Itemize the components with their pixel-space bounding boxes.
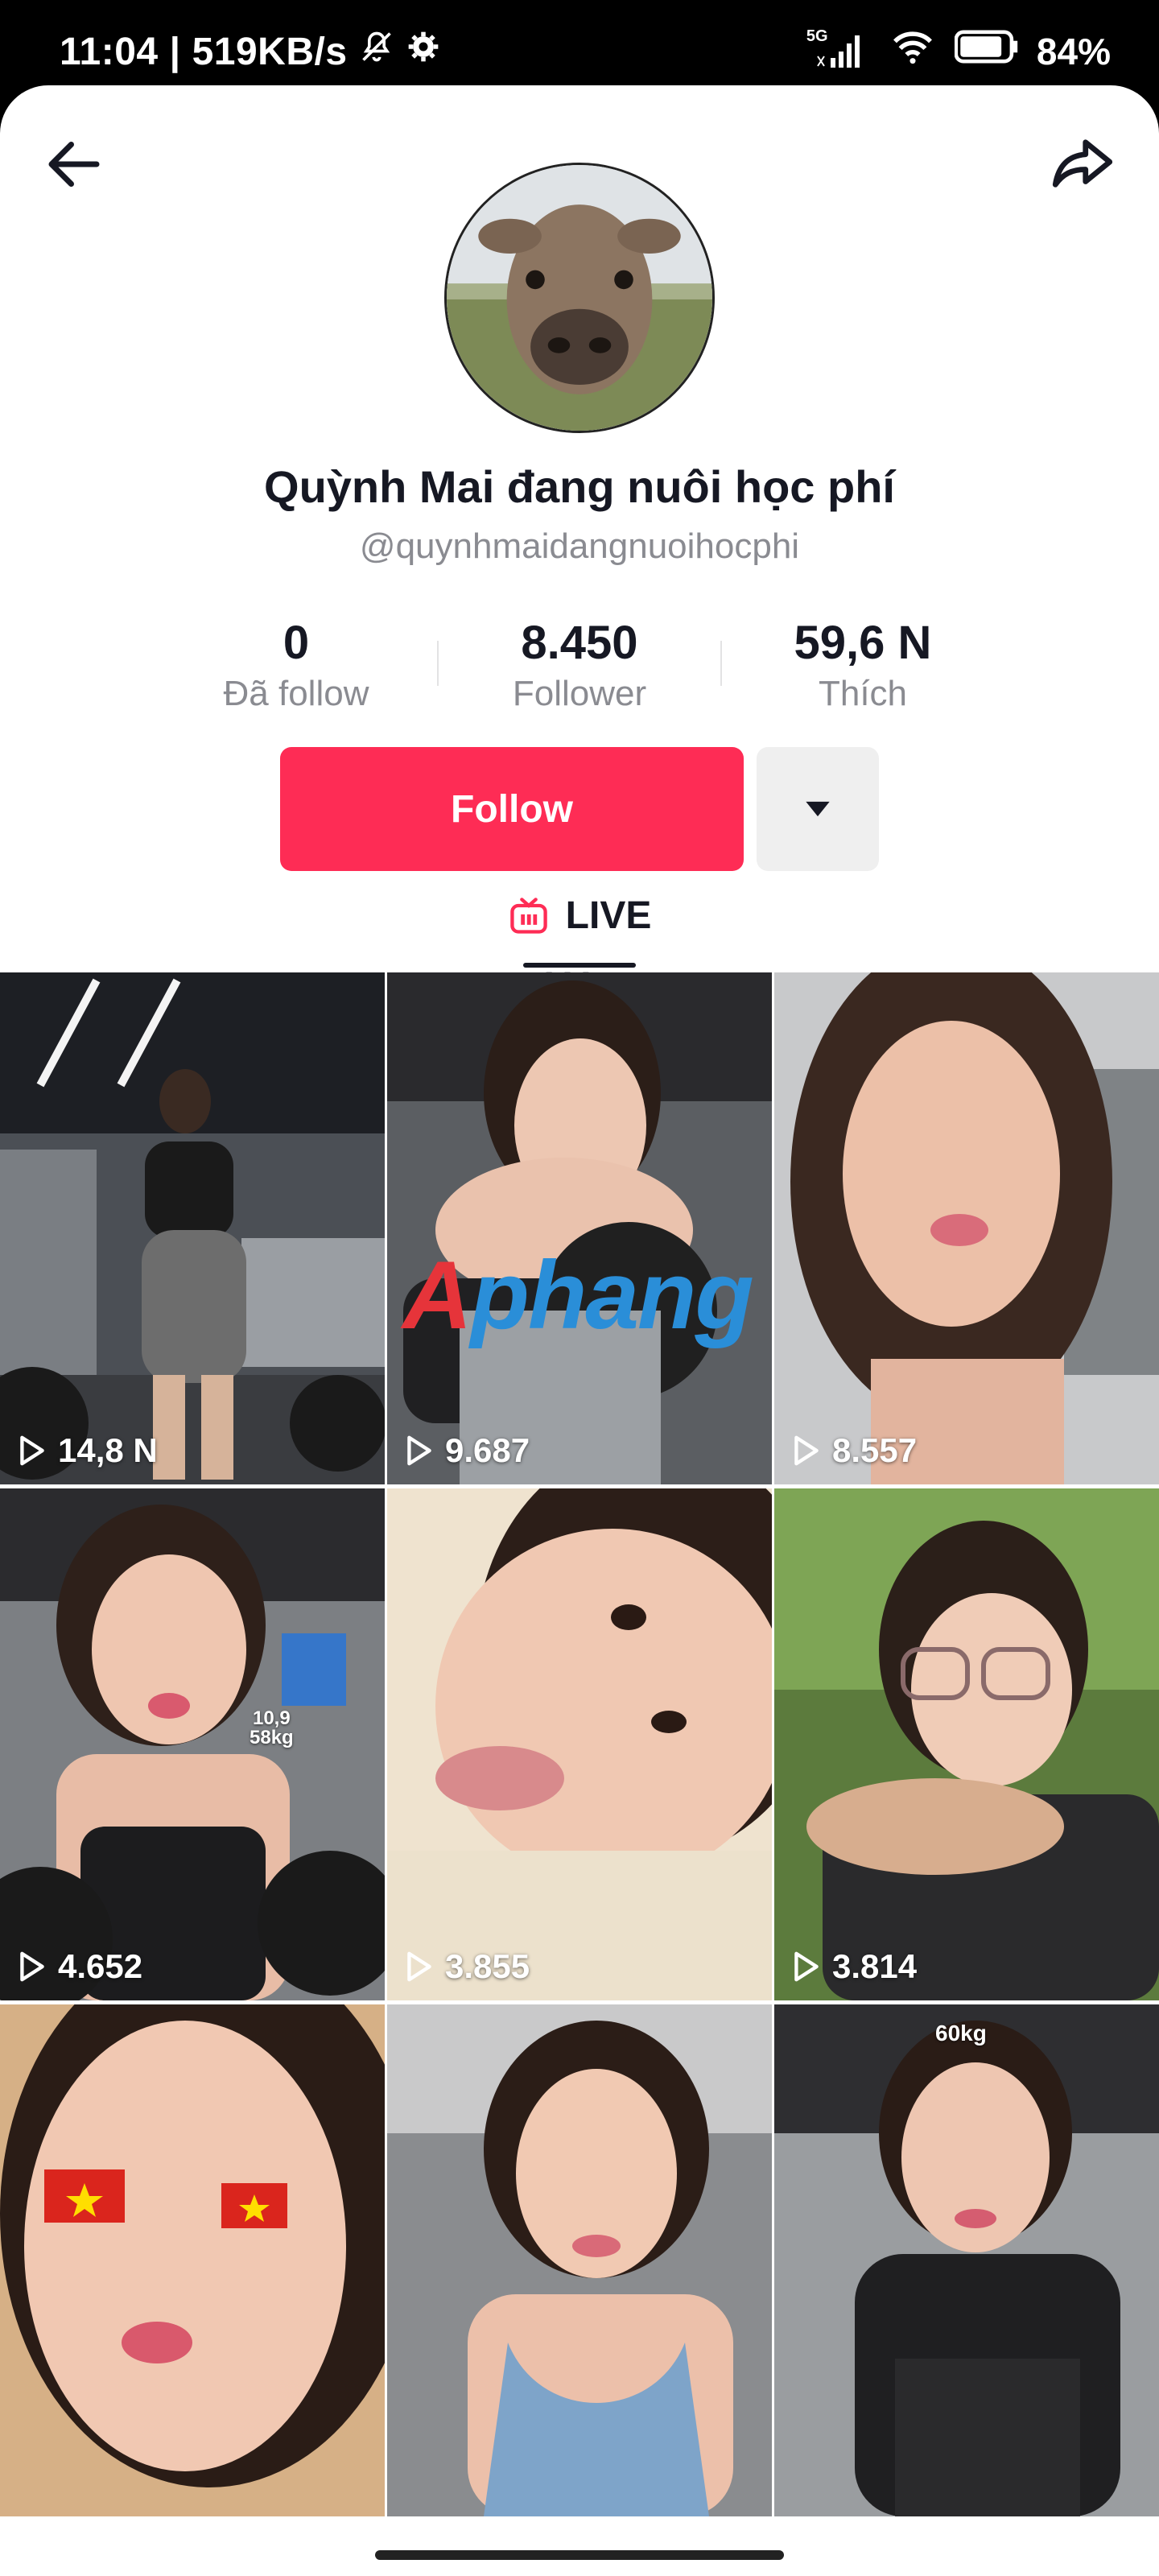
avatar[interactable] — [444, 163, 715, 433]
stat-following[interactable]: 0 Đã follow — [175, 617, 417, 716]
avatar-image — [447, 165, 712, 431]
play-icon — [794, 1435, 819, 1466]
settings-gear-icon — [406, 29, 441, 74]
stat-likes-value: 59,6 N — [794, 617, 932, 669]
stat-following-label: Đã follow — [223, 674, 369, 713]
view-count-value: 9.687 — [445, 1431, 530, 1469]
view-count: 3.855 — [405, 1947, 530, 1986]
play-icon — [20, 1951, 44, 1982]
video-thumbnail — [774, 2004, 1159, 2516]
status-bar: 11:04 | 519KB/s 5G 84% — [0, 0, 1159, 89]
play-icon — [794, 1951, 819, 1982]
video-thumbnail — [0, 2004, 385, 2516]
wifi-icon — [889, 29, 937, 73]
follow-button[interactable]: Follow — [280, 747, 744, 871]
signal-icon: 5G — [806, 27, 871, 69]
bell-muted-icon — [359, 29, 394, 74]
view-count-value: 3.814 — [832, 1947, 918, 1985]
overlay-line: 10,9 — [252, 1707, 291, 1729]
view-count-value: 3.855 — [445, 1947, 530, 1985]
overlay-line: 58kg — [250, 1727, 294, 1748]
play-icon — [407, 1951, 431, 1982]
video-overlay-text: 10,9 58kg — [250, 1709, 294, 1748]
video-tile[interactable]: 60kg — [774, 2004, 1159, 2516]
video-thumbnail — [387, 972, 772, 1484]
video-tile[interactable]: 8.557 — [774, 972, 1159, 1484]
stat-followers-value: 8.450 — [521, 617, 638, 669]
status-separator: | — [169, 30, 181, 73]
view-count-value: 4.652 — [58, 1947, 143, 1985]
stat-divider — [437, 641, 439, 686]
video-tile[interactable] — [387, 2004, 772, 2516]
video-thumbnail — [0, 1488, 385, 2000]
video-thumbnail — [774, 1488, 1159, 2000]
play-icon — [20, 1435, 44, 1466]
back-button[interactable] — [40, 130, 108, 198]
tab-underline — [523, 963, 636, 968]
battery-percent: 84% — [1036, 30, 1111, 72]
profile-stats: 0 Đã follow 8.450 Follower 59,6 N Thích — [0, 617, 1159, 729]
video-thumbnail — [774, 972, 1159, 1484]
video-overlay-text: 60kg — [935, 2021, 987, 2046]
stat-likes[interactable]: 59,6 N Thích — [742, 617, 984, 716]
video-tile[interactable]: 10,9 58kg 4.652 — [0, 1488, 385, 2000]
video-tile[interactable]: 14,8 N — [0, 972, 385, 1484]
video-tile[interactable] — [0, 2004, 385, 2516]
video-thumbnail — [0, 972, 385, 1484]
display-name: Quỳnh Mai đang nuôi học phí — [264, 461, 895, 512]
status-time: 11:04 — [60, 30, 159, 73]
video-grid: 14,8 N 9.687 8.557 10,9 58kg 4.652 3.855… — [0, 972, 1159, 2516]
video-tile[interactable]: 3.814 — [774, 1488, 1159, 2000]
username: @quynhmaidangnuoihocphi — [359, 526, 800, 566]
status-left: 11:04 | 519KB/s — [60, 29, 441, 74]
tv-icon — [509, 897, 547, 934]
share-button[interactable] — [1046, 127, 1119, 200]
share-arrow-icon — [1052, 139, 1113, 188]
triangle-down-icon — [806, 801, 830, 817]
view-count: 9.687 — [405, 1431, 530, 1470]
stat-divider — [720, 641, 722, 686]
network-type: 5G — [806, 27, 828, 45]
play-icon — [407, 1435, 431, 1466]
view-count: 14,8 N — [18, 1431, 158, 1470]
stat-followers-label: Follower — [512, 674, 647, 713]
battery-icon — [954, 29, 1019, 73]
view-count-value: 14,8 N — [58, 1431, 158, 1469]
view-count: 4.652 — [18, 1947, 142, 1986]
watermark-part: A — [402, 1241, 472, 1349]
home-indicator[interactable] — [375, 2550, 784, 2560]
stat-likes-label: Thích — [818, 674, 908, 713]
arrow-left-icon — [48, 142, 100, 187]
stat-followers[interactable]: 8.450 Follower — [459, 617, 700, 716]
view-count: 3.814 — [792, 1947, 917, 1986]
video-thumbnail — [387, 1488, 772, 2000]
status-right: 5G 84% — [806, 27, 1111, 73]
watermark-part: phang — [470, 1241, 754, 1349]
suggested-accounts-button[interactable] — [757, 747, 879, 871]
live-label: LIVE — [565, 894, 652, 937]
video-thumbnail — [387, 2004, 772, 2516]
video-tile[interactable]: 9.687 — [387, 972, 772, 1484]
video-tile[interactable]: 3.855 — [387, 1488, 772, 2000]
stat-following-value: 0 — [283, 617, 310, 669]
live-link[interactable]: LIVE — [0, 894, 1159, 938]
watermark: Aphang — [402, 1240, 754, 1351]
status-network-speed: 519KB/s — [192, 30, 348, 73]
view-count-value: 8.557 — [832, 1431, 918, 1469]
view-count: 8.557 — [792, 1431, 917, 1470]
